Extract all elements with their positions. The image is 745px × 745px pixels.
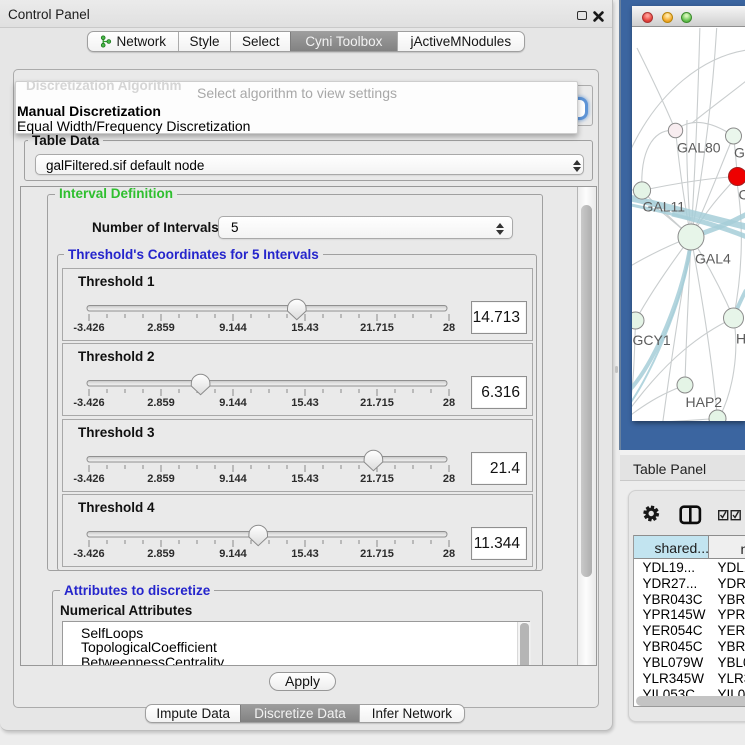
svg-text:GAL80: GAL80 — [677, 139, 721, 155]
svg-text:28: 28 — [443, 322, 455, 334]
svg-text:21.715: 21.715 — [360, 473, 394, 485]
svg-text:GAL11: GAL11 — [642, 198, 685, 214]
svg-text:GAL4: GAL4 — [695, 250, 731, 266]
svg-text:21.715: 21.715 — [360, 548, 394, 560]
svg-text:2.859: 2.859 — [147, 397, 175, 409]
svg-text:28: 28 — [443, 548, 455, 560]
svg-text:15.43: 15.43 — [291, 397, 319, 409]
svg-text:GCY1: GCY1 — [632, 332, 670, 348]
svg-text:28: 28 — [443, 397, 455, 409]
svg-text:2.859: 2.859 — [147, 548, 175, 560]
svg-text:28: 28 — [443, 473, 455, 485]
svg-text:15.43: 15.43 — [291, 473, 319, 485]
svg-text:9.144: 9.144 — [219, 322, 247, 334]
svg-text:9.144: 9.144 — [219, 397, 247, 409]
svg-text:15.43: 15.43 — [291, 548, 319, 560]
svg-text:-3.426: -3.426 — [73, 548, 104, 560]
svg-text:-3.426: -3.426 — [73, 473, 104, 485]
svg-text:GA: GA — [734, 144, 745, 160]
svg-text:21.715: 21.715 — [360, 397, 394, 409]
svg-text:C: C — [738, 186, 745, 202]
svg-text:-3.426: -3.426 — [73, 322, 104, 334]
svg-text:9.144: 9.144 — [219, 548, 247, 560]
svg-text:2.859: 2.859 — [147, 322, 175, 334]
svg-text:9.144: 9.144 — [219, 473, 247, 485]
svg-text:15.43: 15.43 — [291, 322, 319, 334]
svg-text:HAP2: HAP2 — [685, 394, 722, 410]
svg-text:H: H — [736, 330, 745, 346]
svg-text:2.859: 2.859 — [147, 473, 175, 485]
svg-text:21.715: 21.715 — [360, 322, 394, 334]
svg-text:-3.426: -3.426 — [73, 397, 104, 409]
